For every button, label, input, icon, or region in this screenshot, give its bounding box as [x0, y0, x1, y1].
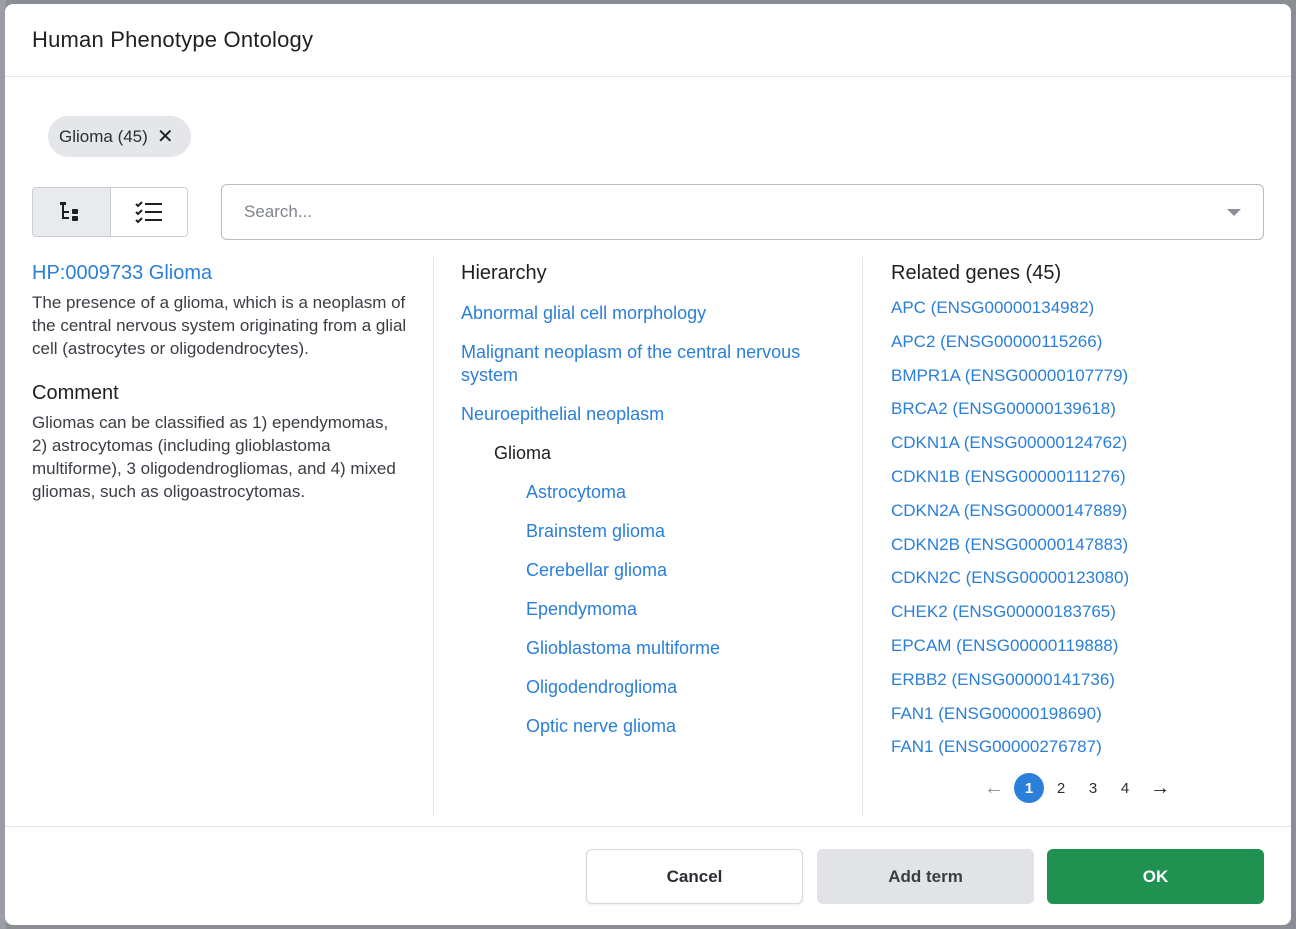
gene-link[interactable]: EPCAM (ENSG00000119888) [891, 634, 1262, 668]
search-field[interactable] [221, 184, 1264, 240]
list-view-button[interactable] [110, 188, 187, 236]
gene-list: APC (ENSG00000134982) APC2 (ENSG00000115… [891, 296, 1262, 769]
hierarchy-current-item: Glioma [494, 443, 552, 463]
page-4-button[interactable]: 4 [1110, 773, 1140, 803]
selected-term-chip[interactable]: Glioma (45) ✕ [48, 116, 191, 157]
ok-button[interactable]: OK [1047, 849, 1264, 904]
gene-link[interactable]: CDKN2B (ENSG00000147883) [891, 533, 1262, 567]
hierarchy-parent-item[interactable]: Neuroepithelial neoplasm [461, 403, 801, 426]
hierarchy-child-item[interactable]: Glioblastoma multiforme [461, 637, 801, 660]
gene-link[interactable]: CDKN1B (ENSG00000111276) [891, 465, 1262, 499]
gene-link[interactable]: APC2 (ENSG00000115266) [891, 330, 1262, 364]
view-mode-toggle [32, 187, 188, 237]
arrow-right-icon[interactable]: → [1148, 777, 1172, 800]
gene-link[interactable]: CDKN2C (ENSG00000123080) [891, 566, 1262, 600]
gene-link[interactable]: FAN1 (ENSG00000198690) [891, 702, 1262, 736]
gene-link[interactable]: BMPR1A (ENSG00000107779) [891, 364, 1262, 398]
gene-link[interactable]: ERBB2 (ENSG00000141736) [891, 668, 1262, 702]
gene-link[interactable]: CDKN2A (ENSG00000147889) [891, 499, 1262, 533]
arrow-left-icon[interactable]: ← [982, 777, 1006, 800]
hierarchy-parent-item[interactable]: Abnormal glial cell morphology [461, 302, 801, 325]
hierarchy-column: Hierarchy Abnormal glial cell morphology… [433, 257, 863, 816]
term-comment: Gliomas can be classified as 1) ependymo… [32, 413, 396, 501]
gene-link[interactable]: BRCA2 (ENSG00000139618) [891, 397, 1262, 431]
comment-heading: Comment [32, 382, 119, 404]
chip-label: Glioma (45) [59, 126, 148, 146]
hierarchy-child-item[interactable]: Cerebellar glioma [461, 559, 801, 582]
modal-title: Human Phenotype Ontology [32, 27, 314, 52]
term-title-link[interactable]: HP:0009733 Glioma [32, 262, 412, 285]
page-1-button[interactable]: 1 [1014, 773, 1044, 803]
hierarchy-child-item[interactable]: Astrocytoma [461, 481, 801, 504]
gene-pagination: ← 1 2 3 4 → [982, 773, 1172, 803]
hierarchy-child-item[interactable]: Oligodendroglioma [461, 676, 801, 699]
hierarchy-list: Abnormal glial cell morphology Malignant… [461, 302, 863, 738]
related-genes-column: Related genes (45) APC (ENSG00000134982)… [862, 257, 1262, 816]
chevron-down-icon[interactable] [1227, 208, 1241, 216]
modal-header: Human Phenotype Ontology [5, 4, 1291, 77]
hpo-modal: Human Phenotype Ontology Glioma (45) ✕ S… [5, 4, 1291, 925]
search-input[interactable] [244, 185, 1227, 239]
hierarchy-parent-item[interactable]: Malignant neoplasm of the central nervou… [461, 341, 801, 387]
gene-link[interactable]: FAN1 (ENSG00000276787) [891, 735, 1262, 769]
page-3-button[interactable]: 3 [1078, 773, 1108, 803]
tree-view-icon [60, 202, 79, 221]
gene-link[interactable]: CHEK2 (ENSG00000183765) [891, 600, 1262, 634]
page-2-button[interactable]: 2 [1046, 773, 1076, 803]
hierarchy-heading: Hierarchy [461, 262, 547, 284]
add-term-button[interactable]: Add term [817, 849, 1034, 904]
gene-link[interactable]: APC (ENSG00000134982) [891, 296, 1262, 330]
hierarchy-child-item[interactable]: Ependymoma [461, 598, 801, 621]
checklist-icon [135, 201, 162, 224]
gene-link[interactable]: CDKN1A (ENSG00000124762) [891, 431, 1262, 465]
modal-footer: Cancel Add term OK [5, 826, 1291, 925]
hierarchy-child-item[interactable]: Optic nerve glioma [461, 715, 801, 738]
tree-view-button[interactable] [33, 188, 111, 236]
chip-close-icon[interactable]: ✕ [157, 127, 174, 147]
related-genes-heading: Related genes (45) [891, 262, 1062, 284]
hierarchy-child-item[interactable]: Brainstem glioma [461, 520, 801, 543]
term-details-column: HP:0009733 Glioma The presence of a glio… [32, 257, 412, 816]
term-description: The presence of a glioma, which is a neo… [32, 293, 407, 358]
cancel-button[interactable]: Cancel [586, 849, 803, 904]
